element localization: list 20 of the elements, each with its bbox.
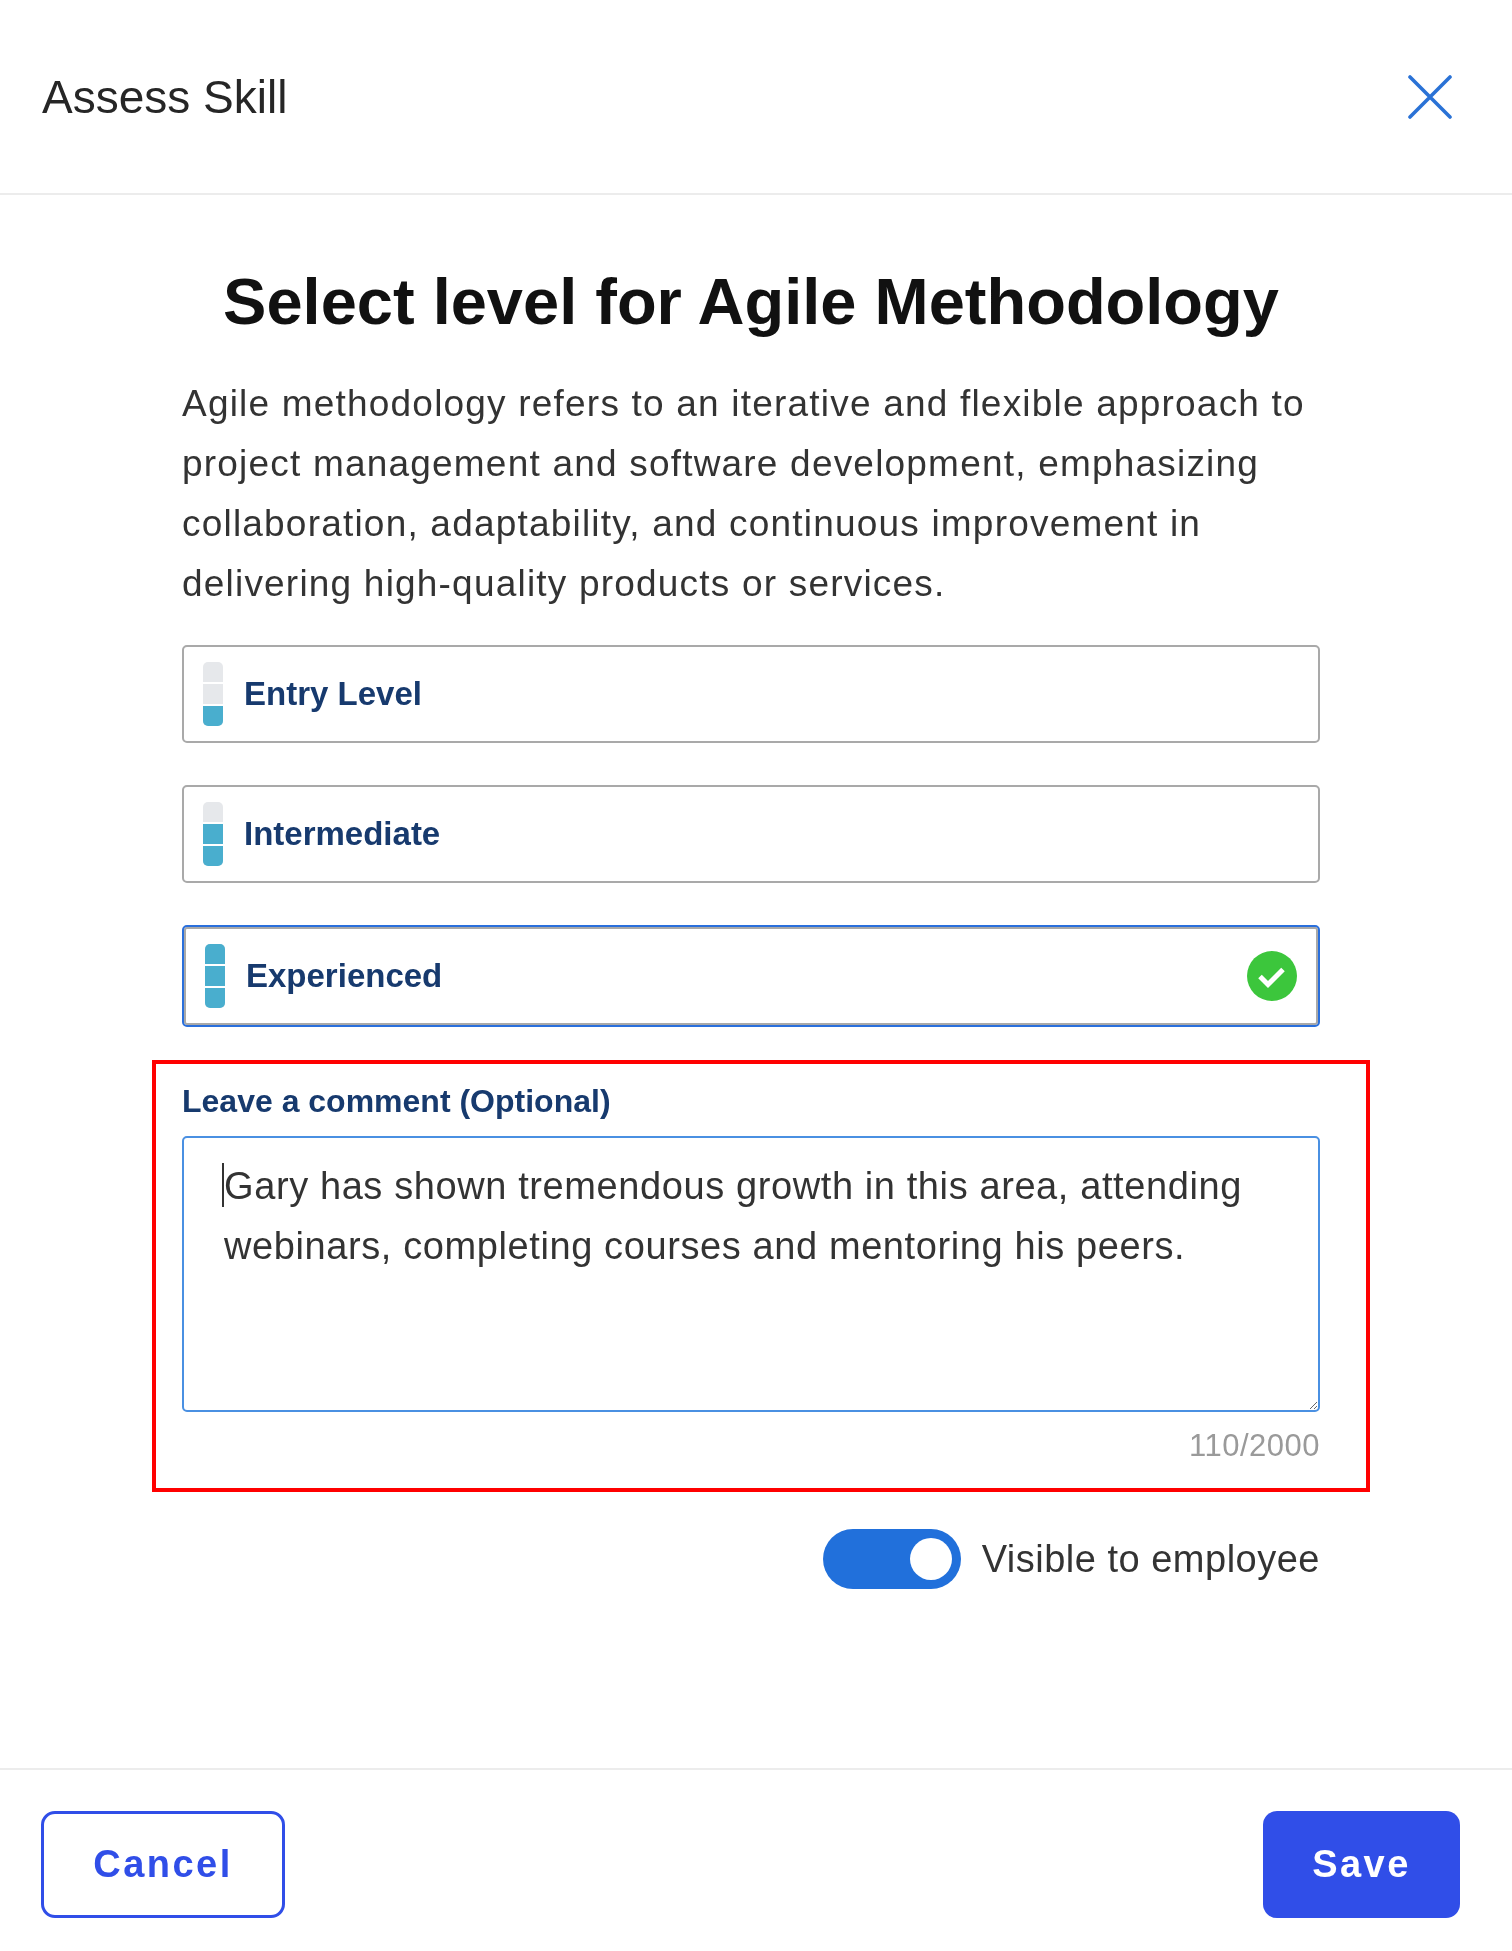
cancel-button[interactable]: Cancel: [41, 1811, 285, 1918]
level-meter: [203, 662, 223, 726]
save-button[interactable]: Save: [1263, 1811, 1460, 1918]
level-option[interactable]: Entry Level: [182, 645, 1320, 743]
toggle-knob: [909, 1538, 952, 1580]
visibility-label: Visible to employee: [981, 1537, 1320, 1582]
level-option[interactable]: Experienced: [182, 925, 1320, 1027]
check-icon: [1247, 951, 1297, 1001]
page-heading: Select level for Agile Methodology: [222, 266, 1280, 338]
level-meter: [205, 944, 225, 1008]
skill-description: Agile methodology refers to an iterative and flexible approach to project management and software development, emphasizing collaboration, adaptability, and continuous improvement in delivering high-quality products or services.: [182, 382, 1306, 606]
comment-label: Leave a comment (Optional): [182, 1083, 612, 1119]
level-meter: [203, 802, 223, 866]
visibility-toggle[interactable]: [822, 1529, 961, 1589]
level-option[interactable]: Intermediate: [182, 785, 1320, 883]
text-cursor: [222, 1163, 224, 1207]
character-counter: 110/2000: [1188, 1431, 1320, 1461]
close-icon: [1408, 74, 1452, 119]
dialog-title: Assess Skill: [42, 69, 288, 124]
comment-field[interactable]: Gary has shown tremendous growth in this area, attending webinars, completing courses and mentoring his peers.: [182, 1136, 1320, 1412]
